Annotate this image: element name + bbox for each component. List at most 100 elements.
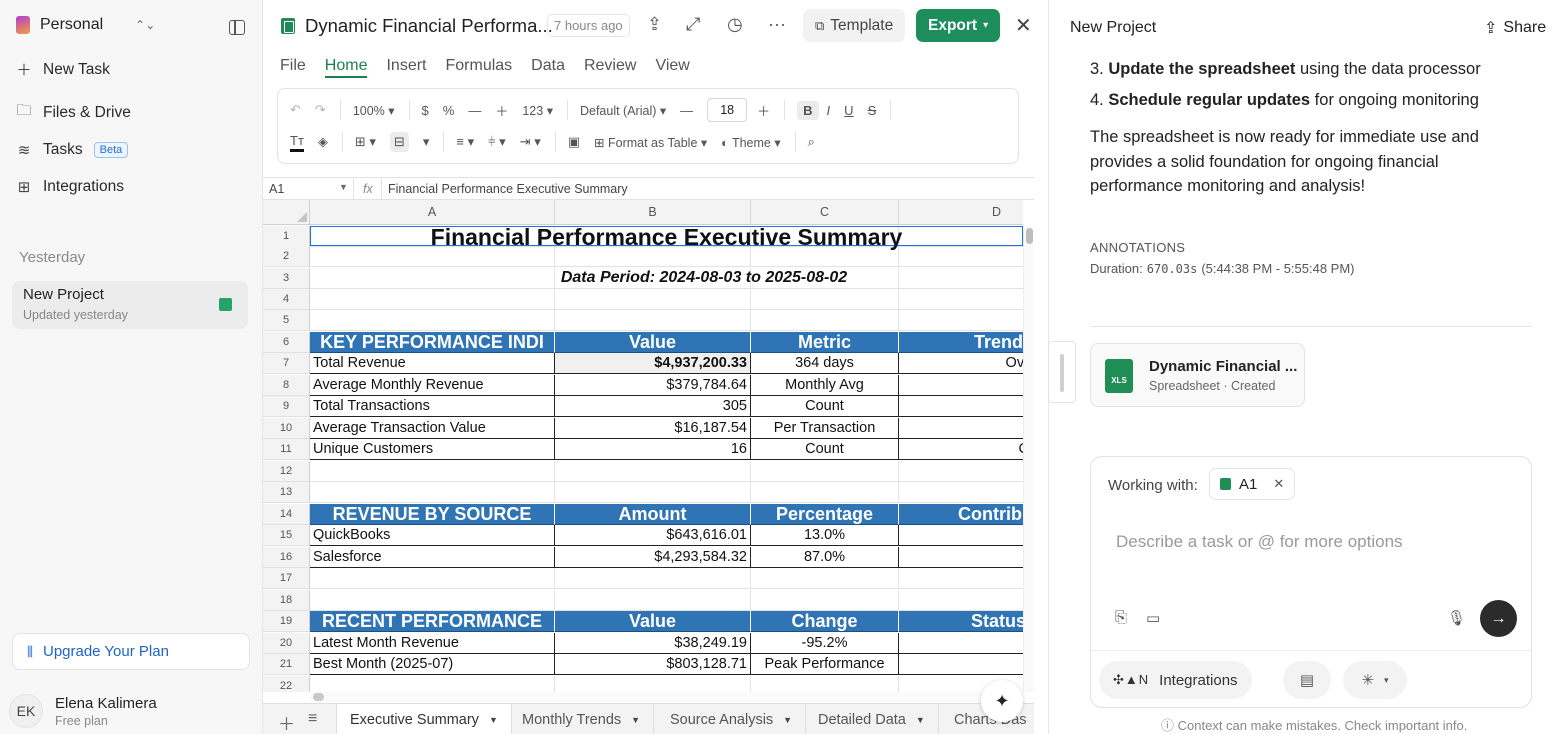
merge-cells-icon[interactable]: ⊟ [389,132,409,152]
fill-color-icon[interactable]: ◈ [318,134,328,150]
table-cell[interactable]: $379,784.64 [555,375,751,396]
table-cell[interactable]: Unique Customers [310,439,555,460]
horizontal-scrollbar[interactable] [310,692,1023,702]
row-header[interactable]: 16 [263,547,310,568]
table-cell[interactable] [555,310,751,331]
chevron-down-icon[interactable]: ▼ [631,715,640,725]
paperclip-icon[interactable]: ⎘ [1115,609,1127,626]
sheet-tab-monthly-trends[interactable]: Monthly Trends ▼ [509,704,655,734]
table-cell[interactable] [555,676,751,692]
table-cell[interactable] [751,310,899,331]
zoom-select[interactable]: 100% ▾ [353,103,395,118]
table-cell[interactable] [555,461,751,482]
text-color-icon[interactable]: Tт [290,133,304,152]
row-header[interactable]: 3 [263,268,310,289]
column-header-d[interactable]: D [899,200,1023,225]
decrease-font-icon[interactable]: — [680,103,693,118]
template-button[interactable]: ⧉ Template [803,9,906,42]
chevron-down-icon[interactable]: ▼ [339,182,348,192]
underline-icon[interactable]: U [844,103,853,118]
file-attachment-card[interactable]: XLS Dynamic Financial ... Spreadsheet · … [1090,343,1305,407]
table-cell[interactable]: 305 [555,396,751,417]
search-icon[interactable]: ⌕ [808,134,815,150]
table-cell[interactable]: Per Transaction [751,418,899,439]
table-cell[interactable] [310,676,555,692]
currency-icon[interactable]: $ [422,103,429,118]
sidebar-item-new-task[interactable]: ＋ New Task [16,59,109,80]
history-icon[interactable]: ◷ [727,14,743,35]
number-format-select[interactable]: 123 ▾ [522,103,553,118]
table-cell[interactable]: $16,187.54 [555,418,751,439]
table-cell[interactable] [899,246,1023,267]
table-cell[interactable] [751,461,899,482]
table-cell[interactable]: Deal Siz [899,418,1023,439]
column-header-a[interactable]: A [310,200,555,225]
row-header[interactable]: 8 [263,375,310,396]
table-cell[interactable] [310,590,555,611]
table-cell[interactable]: Total Transactions [310,396,555,417]
table-cell[interactable]: QuickBooks [310,525,555,546]
sidebar-toggle-icon[interactable] [229,20,245,35]
table-cell[interactable]: Average Monthly Revenue [310,375,555,396]
table-cell[interactable]: Salesforce [310,547,555,568]
theme-select[interactable]: ◐ Theme ▾ [721,135,780,150]
redo-icon[interactable]: ↷ [315,102,326,118]
table-cell[interactable] [310,568,555,589]
table-cell[interactable]: Benchma [899,654,1023,675]
table-cell[interactable]: Count [751,396,899,417]
table-cell[interactable] [899,461,1023,482]
table-section-header[interactable]: Status [899,611,1023,632]
table-cell[interactable]: 16 [555,439,751,460]
table-cell[interactable]: 87.0% [751,547,899,568]
workspace-switcher[interactable]: Personal ⌃⌄ [16,16,155,34]
resize-handle[interactable] [1048,341,1076,403]
table-cell[interactable] [555,568,751,589]
row-header[interactable]: 4 [263,289,310,310]
table-cell[interactable]: $4,293,584.32 [555,547,751,568]
table-cell[interactable] [899,568,1023,589]
row-header[interactable]: 15 [263,525,310,546]
column-header-c[interactable]: C [751,200,899,225]
cell-reference-box[interactable]: A1 [269,182,284,196]
table-cell[interactable] [751,568,899,589]
row-header[interactable]: 21 [263,654,310,675]
merge-dropdown-icon[interactable]: ▾ [423,134,430,150]
borders-icon[interactable]: ⊞ ▾ [355,134,376,150]
screen-icon[interactable]: ▭ [1146,609,1160,627]
table-cell[interactable]: Baseline [899,375,1023,396]
table-cell[interactable]: Primary [899,547,1023,568]
menu-insert[interactable]: Insert [386,57,426,78]
chevron-down-icon[interactable]: ▼ [489,715,498,725]
table-cell[interactable] [751,676,899,692]
table-section-header[interactable]: Amount [555,504,751,525]
row-header[interactable]: 7 [263,353,310,374]
select-all-corner[interactable] [263,200,310,225]
table-cell[interactable]: Peak Performance [751,654,899,675]
sidebar-item-files[interactable]: 🗀 Files & Drive [16,100,130,125]
cell-grid[interactable]: A B C D 1 2 3 4 5 6 7 8 9 10 11 12 13 14 15 16 17 18 19 20 2… [263,200,1023,692]
table-cell[interactable] [555,289,751,310]
table-section-header[interactable]: Metric [751,332,899,353]
sidebar-item-tasks[interactable]: ≋ Tasks Beta [16,141,129,159]
table-cell[interactable] [899,310,1023,331]
sheet-list-icon[interactable]: ≡ [308,710,317,728]
table-cell[interactable]: Monthly Avg [751,375,899,396]
increase-decimal-icon[interactable]: ＋ [495,101,508,120]
menu-view[interactable]: View [655,57,689,78]
table-cell[interactable] [555,590,751,611]
text-wrap-icon[interactable]: ⇥ ▾ [520,134,541,150]
layout-button[interactable]: ▤ [1283,661,1331,699]
table-section-header[interactable]: Value [555,611,751,632]
data-period-cell[interactable]: Data Period: 2024-08-03 to 2025-08-02 [310,268,1023,288]
format-as-table-select[interactable]: ⊞ Format as Table ▾ [594,135,707,150]
row-header[interactable]: 17 [263,568,310,589]
sidebar-project-item[interactable]: New Project Updated yesterday [12,281,248,329]
context-chip[interactable]: A1 ✕ [1209,468,1296,500]
row-header[interactable]: 6 [263,332,310,353]
close-icon[interactable]: ✕ [1015,13,1032,38]
export-button[interactable]: Export ▾ [916,9,1001,42]
sheet-tab-executive-summary[interactable]: Executive Summary ▼ [336,704,512,734]
row-header[interactable]: 11 [263,439,310,460]
font-size-input[interactable]: 18 [707,98,748,122]
table-section-header[interactable]: KEY PERFORMANCE INDI [310,332,555,353]
